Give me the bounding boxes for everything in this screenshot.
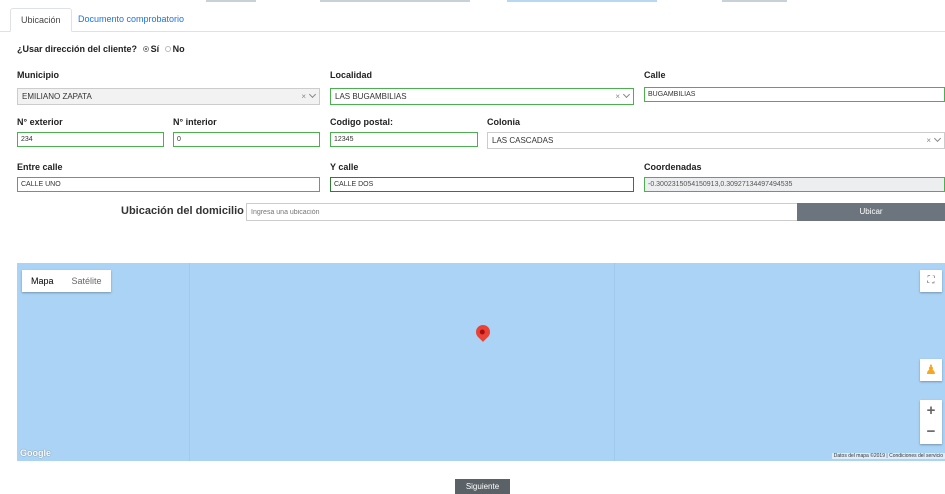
calle-input[interactable]: BUGAMBILIAS [644,87,945,102]
coordenadas-label: Coordenadas [644,162,702,172]
location-search-label: Ubicación del domicilio [121,205,244,217]
radio-yes-label: Sí [150,44,160,54]
clear-icon[interactable]: × [301,92,306,101]
google-logo: Google [20,448,51,458]
map-type-control: Mapa Satélite [22,270,111,292]
tab-ubicacion[interactable]: Ubicación [10,8,72,32]
radio-yes[interactable] [142,46,149,53]
locate-button[interactable]: Ubicar [797,203,945,221]
next-button[interactable]: Siguiente [455,479,510,494]
map-meridian-line [614,263,615,461]
codigo-postal-label: Codigo postal: [330,117,393,127]
localidad-value: LAS BUGAMBILIAS [335,92,407,101]
clear-icon[interactable]: × [926,136,931,145]
pegman-icon[interactable]: ♟ [920,359,942,381]
entre-calle-input[interactable]: CALLE UNO [17,177,320,192]
coordenadas-input: -0.3002315054150913,0.30927134497494535 [644,177,945,192]
municipio-select[interactable]: EMILIANO ZAPATA × [17,88,320,105]
municipio-label: Municipio [17,70,59,80]
municipio-value: EMILIANO ZAPATA [22,92,92,101]
use-client-address-question: ¿Usar dirección del cliente? [17,44,138,54]
fullscreen-icon[interactable]: ⛶ [920,270,942,292]
localidad-label: Localidad [330,70,373,80]
radio-no[interactable] [164,46,171,53]
map-meridian-line [189,263,190,461]
use-client-address-row: ¿Usar dirección del cliente? Sí No [17,44,185,54]
map-type-map-button[interactable]: Mapa [22,270,63,292]
map[interactable]: Mapa Satélite ⛶ ♟ + − Google Datos del m… [17,263,945,461]
y-calle-label: Y calle [330,162,359,172]
location-search-input[interactable] [246,203,798,221]
zoom-out-icon[interactable]: − [920,422,942,444]
entre-calle-label: Entre calle [17,162,63,172]
map-terms-link[interactable]: Condiciones del servicio [889,453,943,459]
num-exterior-input[interactable]: 234 [17,132,164,147]
zoom-control: + − [920,400,942,444]
chevron-down-icon [308,90,317,99]
localidad-select[interactable]: LAS BUGAMBILIAS × [330,88,634,105]
map-attribution: Datos del mapa ©2019 | Condiciones del s… [831,453,945,459]
num-interior-input[interactable]: 0 [173,132,320,147]
colonia-value: LAS CASCADAS [492,136,554,145]
num-interior-label: N° interior [173,117,217,127]
calle-label: Calle [644,70,666,80]
tab-documento-comprobatorio[interactable]: Documento comprobatorio [68,8,194,32]
chevron-down-icon [622,90,631,99]
map-data-credit: Datos del mapa ©2019 [833,453,885,459]
chevron-down-icon [933,134,942,143]
colonia-select[interactable]: LAS CASCADAS × [487,132,945,149]
codigo-postal-input[interactable]: 12345 [330,132,478,147]
tab-bar: Ubicación Documento comprobatorio [0,8,945,32]
clear-icon[interactable]: × [615,92,620,101]
map-pin-icon[interactable] [473,322,493,342]
y-calle-input[interactable]: CALLE DOS [330,177,634,192]
num-exterior-label: N° exterior [17,117,63,127]
radio-no-label: No [172,44,185,54]
colonia-label: Colonia [487,117,520,127]
map-type-satellite-button[interactable]: Satélite [63,270,111,292]
zoom-in-icon[interactable]: + [920,400,942,422]
